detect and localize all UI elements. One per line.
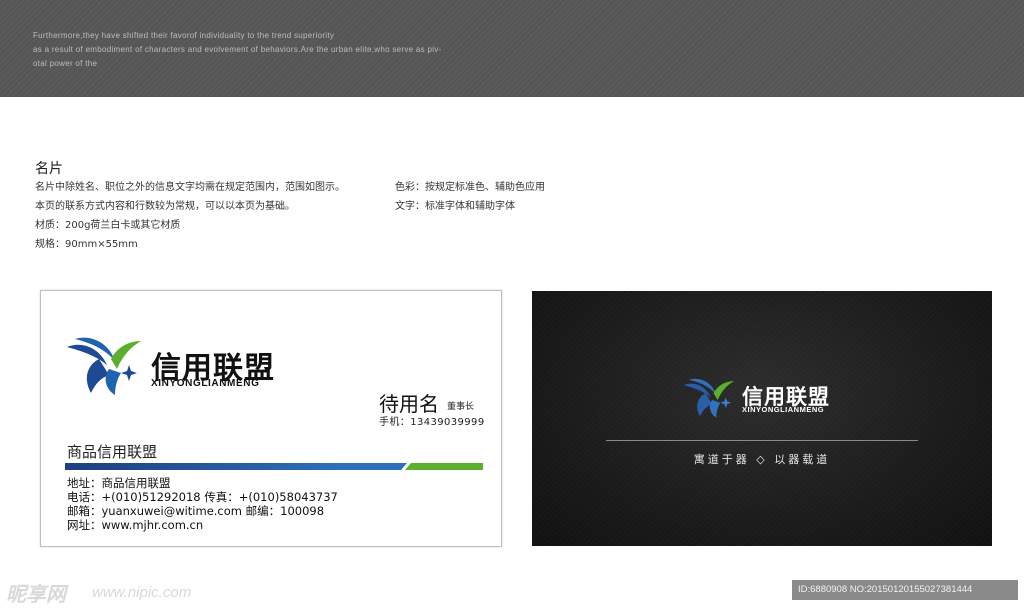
watermark-id: ID:6880908 NO:20150120155027381444 <box>792 580 1018 600</box>
header-text-line: otal power of the <box>33 59 98 68</box>
watermark-logo: 昵享网 <box>6 582 66 606</box>
brand-logo-icon <box>67 337 141 395</box>
description-line: 名片中除姓名、职位之外的信息文字均需在规定范围内，范围如图示。 <box>35 182 345 193</box>
description-line: 本页的联系方式内容和行数较为常规，可以以本页为基础。 <box>35 201 295 212</box>
section-title: 名片 <box>35 161 63 177</box>
header-text-line: as a result of embodiment of characters … <box>33 45 442 54</box>
slogan: 寓道于器 ◇ 以器载道 <box>693 453 831 466</box>
description-line: 文字：标准字体和辅助字体 <box>395 201 515 212</box>
website-line: 网址：www.mjhr.com.cn <box>67 518 204 532</box>
business-card-front: 信用联盟 XINYONGLIANMENG 待用名 董事长 手机：13439039… <box>40 290 502 547</box>
divider-line <box>606 440 918 441</box>
brand-name-en: XINYONGLIANMENG <box>742 405 825 414</box>
mobile-phone: 手机：13439039999 <box>379 417 485 428</box>
brand-logo-icon <box>683 378 734 418</box>
person-title: 董事长 <box>447 402 475 412</box>
business-card-back: 信用联盟 XINYONGLIANMENG 寓道于器 ◇ 以器载道 <box>532 291 992 546</box>
header-text-line: Furthermore,they have shifted their favo… <box>33 31 335 40</box>
header-band: Furthermore,they have shifted their favo… <box>0 0 1024 97</box>
description-line: 色彩：按规定标准色、辅助色应用 <box>395 182 545 193</box>
description-line: 规格：90mm×55mm <box>35 239 138 250</box>
company-name: 商品信用联盟 <box>67 443 158 461</box>
brand-name-en: XINYONGLIANMENG <box>151 378 260 389</box>
description-line: 材质：200g荷兰白卡或其它材质 <box>35 220 181 231</box>
watermark-url: www.nipic.com <box>92 584 192 601</box>
brand-color-bar <box>65 463 483 470</box>
